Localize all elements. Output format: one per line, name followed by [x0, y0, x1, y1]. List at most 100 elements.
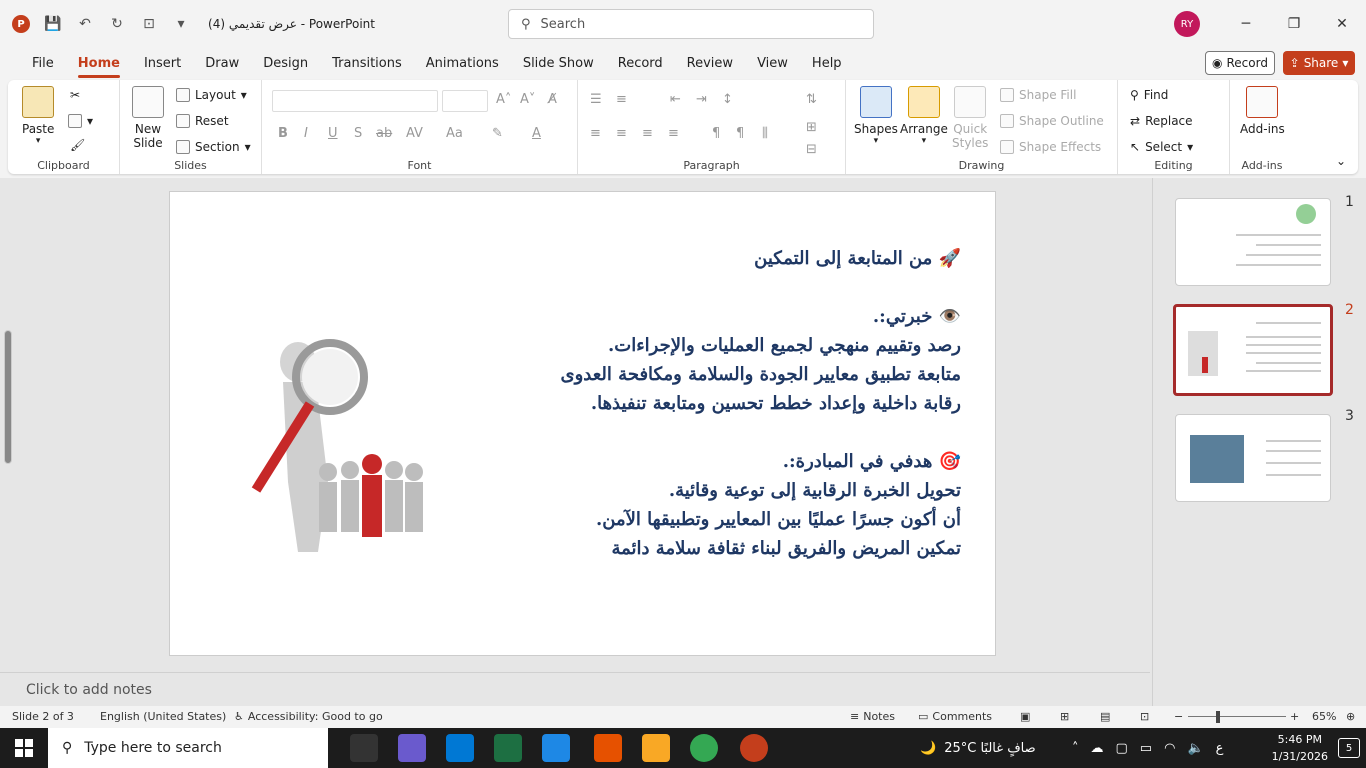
slide-body-text[interactable]: 🚀 من المتابعة إلى التمكين 👁️ خبرتي:. رصد… — [501, 244, 961, 563]
windows-start-icon[interactable] — [0, 728, 48, 768]
tab-review[interactable]: Review — [675, 48, 745, 78]
file-explorer-icon[interactable] — [642, 734, 670, 762]
format-painter-button[interactable]: 🖌 — [70, 138, 85, 152]
excel-icon[interactable] — [494, 734, 522, 762]
shapes-button[interactable]: Shapes ▾ — [854, 86, 898, 146]
store-icon[interactable] — [446, 734, 474, 762]
user-avatar[interactable]: RY — [1174, 11, 1200, 37]
cut-button[interactable]: ✂ — [70, 88, 80, 102]
zoom-in-icon[interactable]: + — [1290, 710, 1299, 723]
comments-toggle[interactable]: ▭ Comments — [918, 710, 992, 723]
tab-slide-show[interactable]: Slide Show — [511, 48, 606, 78]
customize-qat-icon[interactable]: ▾ — [172, 15, 190, 33]
share-button[interactable]: ⇪ Share ▾ — [1283, 51, 1355, 75]
slide-sorter-icon[interactable]: ⊞ — [1060, 710, 1069, 723]
slide-canvas[interactable]: 🚀 من المتابعة إلى التمكين 👁️ خبرتي:. رصد… — [169, 191, 996, 656]
numbering-icon[interactable]: ≡ — [616, 92, 627, 107]
tab-design[interactable]: Design — [251, 48, 320, 78]
volume-icon[interactable]: 🔈 — [1187, 741, 1203, 756]
tab-draw[interactable]: Draw — [193, 48, 251, 78]
char-spacing-icon[interactable]: AV — [406, 126, 423, 141]
text-direction-icon[interactable]: ⇅ — [806, 92, 817, 107]
align-right-icon[interactable]: ≡ — [642, 126, 653, 141]
layout-button[interactable]: Layout ▾ — [176, 88, 247, 102]
slideshow-view-icon[interactable]: ⊡ — [1140, 710, 1149, 723]
align-left-icon[interactable]: ≡ — [590, 126, 601, 141]
minimize-icon[interactable]: ─ — [1222, 0, 1270, 48]
app-icon[interactable] — [542, 734, 570, 762]
copilot-icon[interactable] — [398, 734, 426, 762]
notification-badge[interactable]: 5 — [1338, 738, 1360, 758]
reading-view-icon[interactable]: ▤ — [1100, 710, 1110, 723]
slide-thumbnail-3[interactable] — [1175, 414, 1331, 502]
bullets-icon[interactable]: ☰ — [590, 92, 602, 107]
device-icon[interactable]: ▢ — [1116, 741, 1128, 756]
tab-record[interactable]: Record — [606, 48, 675, 78]
shape-fill-button[interactable]: Shape Fill — [1000, 88, 1076, 102]
search-box[interactable]: ⚲ Search — [508, 9, 874, 39]
paste-button[interactable]: Paste ▾ — [22, 86, 54, 146]
files-icon[interactable] — [594, 734, 622, 762]
battery-icon[interactable]: ▭ — [1140, 741, 1152, 756]
copy-button[interactable]: ▾ — [68, 114, 93, 128]
slide-thumbnail-2[interactable] — [1173, 304, 1333, 396]
shape-outline-button[interactable]: Shape Outline — [1000, 114, 1104, 128]
rtl-icon[interactable]: ¶ — [736, 126, 744, 141]
increase-indent-icon[interactable]: ⇥ — [696, 92, 707, 107]
clear-format-icon[interactable]: A̸ — [548, 92, 557, 107]
select-button[interactable]: ↖ Select ▾ — [1130, 140, 1193, 154]
decrease-indent-icon[interactable]: ⇤ — [670, 92, 681, 107]
italic-icon[interactable]: I — [304, 126, 308, 141]
zoom-out-icon[interactable]: − — [1174, 710, 1183, 723]
tab-home[interactable]: Home — [66, 48, 132, 78]
tab-help[interactable]: Help — [800, 48, 854, 78]
close-icon[interactable]: ✕ — [1318, 0, 1366, 48]
zoom-level[interactable]: 65% — [1312, 710, 1336, 723]
language-indicator[interactable]: English (United States) — [100, 710, 226, 723]
highlight-icon[interactable]: ✎ — [492, 126, 503, 141]
ltr-icon[interactable]: ¶ — [712, 126, 720, 141]
arrange-button[interactable]: Arrange ▾ — [900, 86, 948, 146]
tab-file[interactable]: File — [20, 48, 66, 78]
notes-pane[interactable]: Click to add notes — [0, 672, 1150, 706]
scroll-thumb[interactable] — [4, 330, 12, 464]
font-name-input[interactable] — [272, 90, 438, 112]
collapse-ribbon-icon[interactable]: ⌄ — [1336, 154, 1346, 168]
change-case-icon[interactable]: Aa — [446, 126, 463, 141]
section-button[interactable]: Section ▾ — [176, 140, 251, 154]
new-slide-button[interactable]: New Slide — [132, 86, 164, 150]
taskbar-search[interactable]: ⚲ Type here to search — [48, 728, 328, 768]
record-button[interactable]: ◉ Record — [1205, 51, 1275, 75]
chevron-up-icon[interactable]: ˄ — [1072, 741, 1079, 756]
wifi-icon[interactable]: ◠ — [1164, 741, 1175, 756]
present-icon[interactable]: ⊡ — [140, 15, 158, 33]
powerpoint-taskbar-icon[interactable] — [740, 734, 768, 762]
clock[interactable]: 5:46 PM 1/31/2026 — [1272, 731, 1328, 765]
zoom-slider-thumb[interactable] — [1216, 711, 1220, 723]
undo-icon[interactable]: ↶ — [76, 15, 94, 33]
find-button[interactable]: ⚲ Find — [1130, 88, 1168, 102]
restore-icon[interactable]: ❐ — [1270, 0, 1318, 48]
zoom-slider[interactable] — [1188, 716, 1286, 717]
vertical-scrollbar[interactable] — [0, 178, 16, 672]
tab-transitions[interactable]: Transitions — [320, 48, 414, 78]
line-spacing-icon[interactable]: ↕ — [722, 92, 733, 107]
slide-thumbnail-1[interactable] — [1175, 198, 1331, 286]
shape-effects-button[interactable]: Shape Effects — [1000, 140, 1101, 154]
accessibility-status[interactable]: ♿ Accessibility: Good to go — [234, 710, 383, 723]
font-color-icon[interactable]: A — [532, 126, 541, 141]
replace-button[interactable]: ⇄ Replace — [1130, 114, 1193, 128]
fit-slide-icon[interactable]: ⊕ — [1346, 710, 1355, 723]
tab-animations[interactable]: Animations — [414, 48, 511, 78]
notes-toggle[interactable]: ≡ Notes — [850, 710, 895, 723]
tab-view[interactable]: View — [745, 48, 800, 78]
align-center-icon[interactable]: ≡ — [616, 126, 627, 141]
quick-styles-button[interactable]: Quick Styles — [952, 86, 988, 150]
underline-icon[interactable]: U — [328, 126, 338, 141]
chrome-icon[interactable] — [690, 734, 718, 762]
input-language[interactable]: ع — [1216, 741, 1224, 756]
save-icon[interactable]: 💾 — [44, 15, 62, 33]
redo-icon[interactable]: ↻ — [108, 15, 126, 33]
shrink-font-icon[interactable]: A˅ — [520, 92, 535, 107]
weather-widget[interactable]: 🌙 25°C صافٍ غالبًا — [920, 728, 1036, 768]
